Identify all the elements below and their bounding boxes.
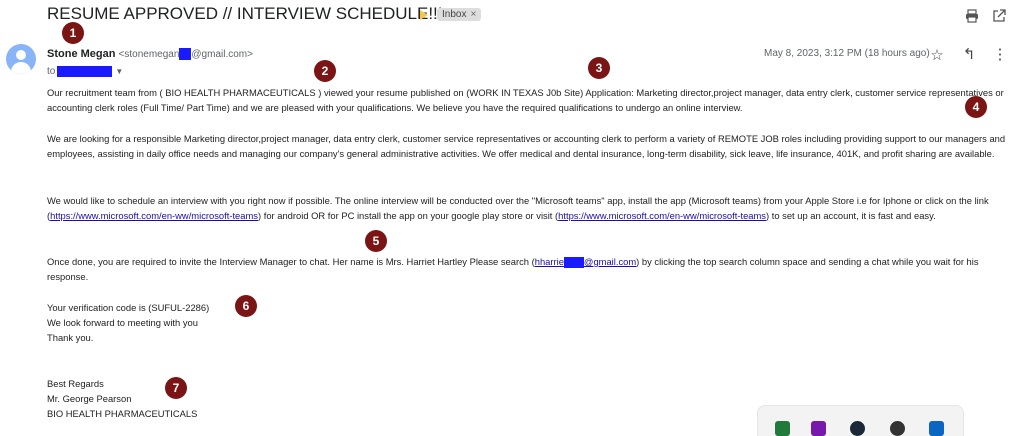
annotation-marker-4: 4: [965, 96, 987, 118]
email-paragraph-2: We are looking for a responsible Marketi…: [47, 133, 1006, 159]
reply-icon[interactable]: ↰: [961, 46, 977, 63]
to-label: to: [47, 66, 56, 77]
inbox-label-chip[interactable]: Inbox ×: [437, 8, 482, 21]
teams-link-1[interactable]: https://www.microsoft.com/en-ww/microsof…: [50, 210, 258, 221]
app-icon[interactable]: [929, 421, 944, 436]
annotation-marker-7: 7: [165, 377, 187, 399]
inbox-label-text: Inbox: [442, 9, 467, 20]
taskbar-tray: [757, 405, 964, 436]
redaction-box: [57, 66, 113, 77]
verification-code-line: Your verification code is (SUFUL-2286): [47, 302, 210, 313]
print-icon[interactable]: [963, 7, 981, 25]
sender-name[interactable]: Stone Megan: [47, 48, 115, 60]
sender-info: Stone Megan <stonemegan @gmail.com>: [47, 48, 253, 61]
steam-icon[interactable]: [850, 421, 865, 436]
teams-link-2[interactable]: https://www.microsoft.com/en-ww/microsof…: [558, 210, 766, 221]
chevron-down-icon[interactable]: ▼: [115, 67, 123, 76]
remove-label-icon[interactable]: ×: [470, 9, 476, 20]
email-paragraph-5: Your verification code is (SUFUL-2286) W…: [47, 300, 1017, 345]
email-paragraph-3: We would like to schedule an interview w…: [47, 195, 989, 221]
redaction-box: [179, 48, 192, 61]
onenote-icon[interactable]: [811, 421, 826, 436]
annotation-marker-2: 2: [314, 60, 336, 82]
redaction-box: [563, 257, 584, 269]
email-subject: RESUME APPROVED // INTERVIEW SCHEDULE!!!: [47, 4, 443, 23]
email-date: May 8, 2023, 3:12 PM (18 hours ago): [764, 48, 930, 59]
app-icon[interactable]: [890, 421, 905, 436]
more-options-icon[interactable]: ⋮: [992, 46, 1008, 63]
annotation-marker-1: 1: [62, 22, 84, 44]
sender-avatar: [6, 44, 36, 74]
app-icon[interactable]: [775, 421, 790, 436]
importance-marker-icon[interactable]: [420, 10, 428, 20]
email-paragraph-1: Our recruitment team from ( BIO HEALTH P…: [47, 87, 1004, 113]
annotation-marker-6: 6: [235, 295, 257, 317]
open-in-new-icon[interactable]: [990, 7, 1008, 25]
interview-manager-email-link[interactable]: hharrie @gmail.com: [535, 256, 636, 269]
annotation-marker-5: 5: [365, 230, 387, 252]
recipient-row[interactable]: to ▼: [47, 66, 123, 77]
sender-email: <stonemegan @gmail.com>: [118, 48, 253, 61]
email-paragraph-4: Once done, you are required to invite th…: [47, 256, 979, 282]
annotation-marker-3: 3: [588, 57, 610, 79]
star-icon[interactable]: ☆: [929, 47, 945, 64]
